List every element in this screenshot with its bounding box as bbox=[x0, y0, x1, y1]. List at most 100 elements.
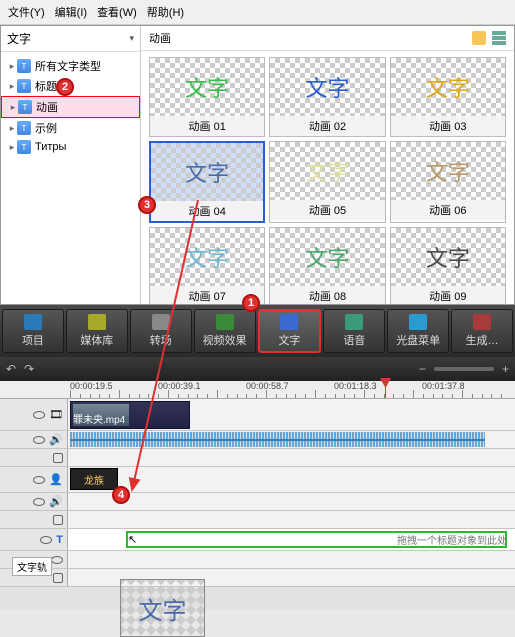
toolbar-媒体库[interactable]: 媒体库 bbox=[66, 309, 128, 353]
toolbar-项目[interactable]: 项目 bbox=[2, 309, 64, 353]
ruler-mark: 00:00:19.5 bbox=[70, 381, 113, 391]
menu-file[interactable]: 文件(Y) bbox=[4, 2, 49, 22]
tree-item-label: Титры bbox=[35, 141, 66, 153]
thumbnail-label: 动画 02 bbox=[270, 116, 384, 136]
toolbar-label: 视频效果 bbox=[203, 332, 247, 348]
toolbar-icon bbox=[409, 314, 427, 330]
text-track: T 拖拽一个标题对象到此处 ↖ bbox=[0, 529, 515, 551]
overlay-audio-track: 🔊 bbox=[0, 493, 515, 511]
thumbnail-2[interactable]: 文字动画 02 bbox=[269, 57, 385, 137]
thumbnail-6[interactable]: 文字动画 06 bbox=[390, 141, 506, 223]
ruler-mark: 00:01:18.3 bbox=[334, 381, 377, 391]
main-toolbar: 项目媒体库 转场视频效果文字语音光盘菜单 生成… bbox=[0, 305, 515, 357]
toolbar-生成…[interactable]: 生成… bbox=[451, 309, 513, 353]
menu-help[interactable]: 帮助(H) bbox=[143, 2, 188, 22]
tree-item-label: 动画 bbox=[36, 99, 58, 115]
thumbnail-8[interactable]: 文字动画 08 bbox=[269, 227, 385, 304]
eye-icon[interactable] bbox=[40, 536, 52, 544]
ruler-mark: 00:00:58.7 bbox=[246, 381, 289, 391]
tree-item-0[interactable]: ▸T所有文字类型 bbox=[1, 56, 140, 76]
eye-icon[interactable] bbox=[33, 498, 45, 506]
audio-waveform[interactable] bbox=[70, 432, 485, 447]
text-track-tooltip: 文字轨 bbox=[12, 557, 52, 576]
thumbnail-label: 动画 03 bbox=[391, 116, 505, 136]
extra-track-2 bbox=[0, 569, 515, 587]
toolbar-视频效果[interactable]: 视频效果 bbox=[194, 309, 256, 353]
eye-icon[interactable] bbox=[33, 436, 45, 444]
thumbnail-preview: 文字 bbox=[151, 143, 263, 201]
person-icon[interactable]: 👤 bbox=[49, 473, 63, 486]
text-type-icon: T bbox=[17, 121, 31, 135]
cursor-icon: ↖ bbox=[128, 533, 137, 546]
view-grid-icon[interactable] bbox=[492, 31, 506, 45]
thumbnail-label: 动画 01 bbox=[150, 116, 264, 136]
toolbar-icon bbox=[88, 314, 106, 330]
toolbar-label: 媒体库 bbox=[80, 332, 113, 348]
zoom-in-icon[interactable]: + bbox=[502, 362, 509, 376]
ruler-mark: 00:01:37.8 bbox=[422, 381, 465, 391]
thumbnail-1[interactable]: 文字动画 01 bbox=[149, 57, 265, 137]
text-icon[interactable]: T bbox=[56, 534, 63, 546]
thumbnail-preview: 文字 bbox=[391, 142, 505, 200]
tree-item-3[interactable]: ▸T 示例 bbox=[1, 118, 140, 138]
thumbnail-preview: 文字 bbox=[391, 228, 505, 286]
expander-icon[interactable]: ▸ bbox=[7, 123, 17, 134]
menubar: 文件(Y) 编辑(I) 查看(W) 帮助(H) bbox=[0, 0, 515, 25]
overlay-clip[interactable]: 龙族 bbox=[70, 468, 118, 490]
playhead[interactable] bbox=[385, 381, 386, 398]
undo-icon[interactable]: ↶ bbox=[6, 362, 16, 376]
thumbnail-7[interactable]: 文字动画 07 bbox=[149, 227, 265, 304]
thumbnail-5[interactable]: 文字动画 05 bbox=[269, 141, 385, 223]
zoom-out-icon[interactable]: − bbox=[419, 362, 426, 376]
folder-icon[interactable] bbox=[472, 31, 486, 45]
video-clip[interactable]: 罪未央.mp4 bbox=[70, 401, 190, 429]
speaker-icon[interactable]: 🔊 bbox=[49, 495, 63, 508]
tree-item-label: 所有文字类型 bbox=[35, 58, 101, 74]
toolbar-光盘菜单[interactable]: 光盘菜单 bbox=[387, 309, 449, 353]
eye-icon[interactable] bbox=[51, 556, 63, 564]
tree-item-label: 示例 bbox=[35, 120, 57, 136]
expander-icon[interactable]: ▸ bbox=[8, 102, 18, 113]
film-icon[interactable]: 🎞 bbox=[49, 408, 63, 421]
expander-icon[interactable]: ▸ bbox=[7, 81, 17, 92]
category-sidebar: 文字 ▾ ▸T所有文字类型▸T标题▸T动画▸T示例▸TТитры bbox=[1, 26, 141, 304]
toolbar-转场[interactable]: 转场 bbox=[130, 309, 192, 353]
toolbar-icon bbox=[473, 314, 491, 330]
eye-icon[interactable] bbox=[33, 411, 45, 419]
menu-edit[interactable]: 编辑(I) bbox=[51, 2, 91, 22]
toolbar-icon bbox=[280, 314, 298, 330]
lock-icon[interactable] bbox=[53, 453, 63, 463]
expander-icon[interactable]: ▸ bbox=[7, 142, 17, 153]
chevron-down-icon[interactable]: ▾ bbox=[129, 33, 134, 44]
title-drop-hint: 拖拽一个标题对象到此处 bbox=[397, 532, 507, 547]
spacer-track bbox=[0, 449, 515, 467]
speaker-icon[interactable]: 🔊 bbox=[49, 433, 63, 446]
audio-track: 🔊 bbox=[0, 431, 515, 449]
toolbar-label: 生成… bbox=[466, 332, 499, 348]
toolbar-icon bbox=[24, 314, 42, 330]
toolbar-icon bbox=[216, 314, 234, 330]
zoom-slider[interactable] bbox=[434, 367, 494, 371]
toolbar-label: 光盘菜单 bbox=[396, 332, 440, 348]
tree-item-2[interactable]: ▸T动画 bbox=[1, 96, 140, 118]
thumbnail-4[interactable]: 文字动画 04 bbox=[149, 141, 265, 223]
text-type-icon: T bbox=[17, 79, 31, 93]
annotation-marker-2: 2 bbox=[56, 78, 74, 96]
expander-icon[interactable]: ▸ bbox=[7, 61, 17, 72]
thumbnail-9[interactable]: 文字动画 09 bbox=[390, 227, 506, 304]
eye-icon[interactable] bbox=[33, 476, 45, 484]
tree-item-4[interactable]: ▸TТитры bbox=[1, 138, 140, 156]
menu-view[interactable]: 查看(W) bbox=[93, 2, 141, 22]
lock-icon[interactable] bbox=[53, 515, 63, 525]
thumbnail-label: 动画 04 bbox=[151, 201, 263, 221]
annotation-marker-1: 1 bbox=[242, 294, 260, 312]
tracks: 🎞 罪未央.mp4 🔊 👤 龙族 🔊 T 拖拽一个标题对象到此处 bbox=[0, 399, 515, 587]
thumbnail-preview: 文字 bbox=[270, 142, 384, 200]
toolbar-文字[interactable]: 文字 bbox=[258, 309, 322, 353]
lock-icon[interactable] bbox=[53, 573, 63, 583]
time-ruler[interactable]: 00:00:19.500:00:39.100:00:58.700:01:18.3… bbox=[0, 381, 515, 399]
toolbar-语音[interactable]: 语音 bbox=[323, 309, 385, 353]
thumbnail-3[interactable]: 文字动画 03 bbox=[390, 57, 506, 137]
redo-icon[interactable]: ↷ bbox=[24, 362, 34, 376]
thumbnail-grid: 文字动画 01文字动画 02文字动画 03文字动画 04文字动画 05文字动画 … bbox=[141, 51, 514, 304]
